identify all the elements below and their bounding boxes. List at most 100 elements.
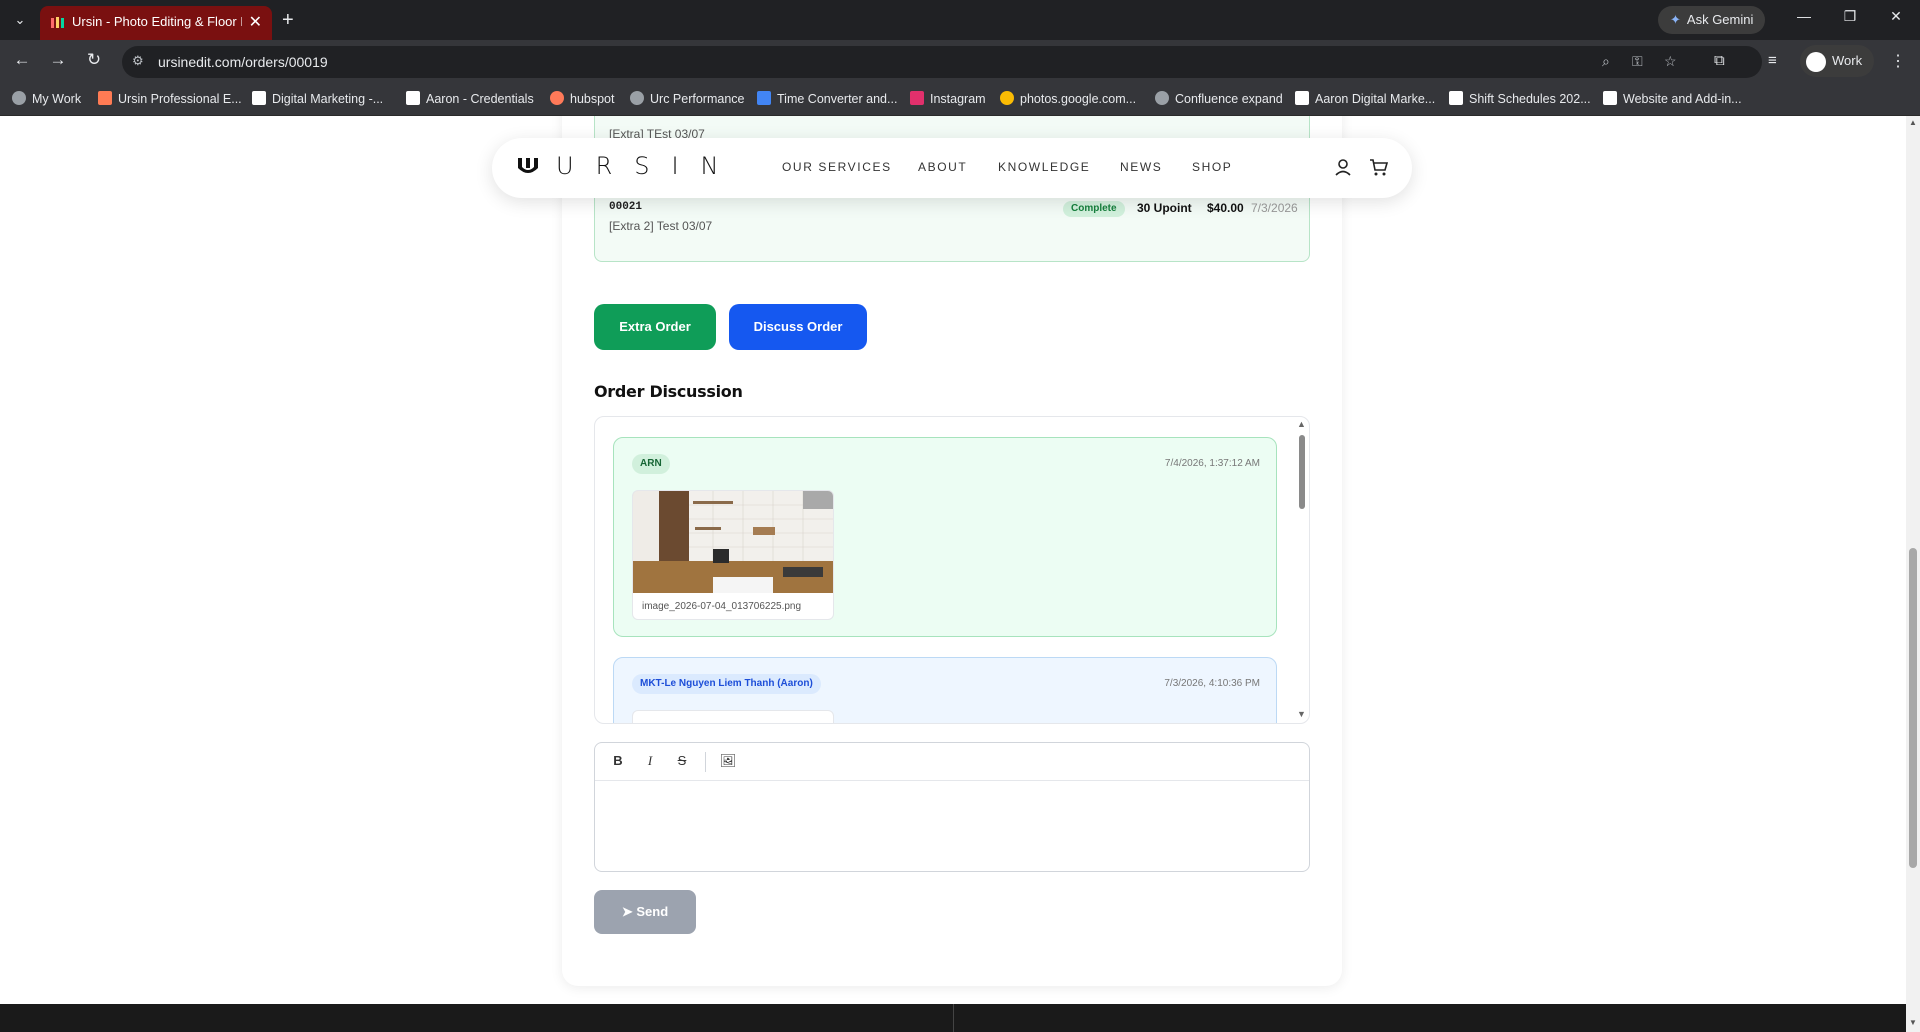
- bookmark-item[interactable]: Urc Performance: [630, 91, 744, 106]
- page-scrollbar[interactable]: ▲ ▼: [1906, 116, 1920, 1032]
- nav-news[interactable]: NEWS: [1120, 160, 1162, 174]
- google-photos-icon: [1000, 91, 1014, 105]
- nav-knowledge[interactable]: KNOWLEDGE: [998, 160, 1090, 174]
- reload-icon[interactable]: ↻: [82, 50, 106, 70]
- send-button[interactable]: ➤ Send: [594, 890, 696, 934]
- message-author: ARN: [632, 454, 670, 474]
- bookmark-item[interactable]: My Work: [12, 91, 81, 106]
- extra-order-button[interactable]: Extra Order: [594, 304, 716, 350]
- ursin-favicon-icon: [98, 91, 112, 105]
- url-text[interactable]: ursinedit.com/orders/00019: [158, 54, 328, 70]
- bookmark-item[interactable]: Digital Marketing -...: [252, 91, 383, 106]
- new-tab-icon[interactable]: +: [282, 8, 294, 32]
- divider: [953, 1004, 954, 1032]
- scrollbar-thumb[interactable]: [1299, 435, 1305, 509]
- bookmark-label: My Work: [32, 92, 82, 106]
- bookmark-item[interactable]: Website and Add-in...: [1603, 91, 1742, 106]
- bookmark-item[interactable]: Instagram: [910, 91, 986, 106]
- bookmark-item[interactable]: photos.google.com...: [1000, 91, 1136, 106]
- extra-order-name: [Extra 2] Test 03/07: [609, 219, 713, 233]
- scroll-down-icon[interactable]: ▼: [1909, 1018, 1917, 1027]
- site-header: URSIN OUR SERVICES ABOUT KNOWLEDGE NEWS …: [492, 138, 1412, 198]
- bookmark-label: Urc Performance: [650, 92, 745, 106]
- message-card: ARN 7/4/2026, 1:37:12 AM image_2026-07-0…: [613, 437, 1277, 637]
- bookmark-label: Time Converter and...: [777, 92, 898, 106]
- bookmark-label: Aaron Digital Marke...: [1315, 92, 1436, 106]
- back-icon[interactable]: ←: [10, 50, 34, 70]
- password-key-icon[interactable]: ⚿: [1632, 53, 1643, 70]
- site-info-icon[interactable]: ⚙: [132, 53, 144, 69]
- discussion-title: Order Discussion: [594, 382, 743, 401]
- user-icon[interactable]: [1332, 156, 1354, 178]
- profile-name: Work: [1832, 53, 1863, 68]
- status-badge: Complete: [1063, 201, 1125, 217]
- zoom-icon[interactable]: ⌕: [1602, 53, 1610, 70]
- ask-gemini-button[interactable]: ✦ Ask Gemini: [1658, 6, 1766, 34]
- editor-toolbar: B I S 🖼: [595, 743, 1309, 781]
- nav-shop[interactable]: SHOP: [1192, 160, 1232, 174]
- forward-icon[interactable]: →: [46, 50, 70, 70]
- message-editor: B I S 🖼: [594, 742, 1310, 872]
- scroll-down-icon[interactable]: ▼: [1297, 709, 1306, 719]
- send-icon: ➤: [621, 904, 637, 919]
- active-tab[interactable]: Ursin - Photo Editing & Floor Pl ✕: [40, 6, 272, 40]
- clock-icon: [757, 91, 771, 105]
- close-window-icon[interactable]: ✕: [1884, 8, 1908, 25]
- toolbar-divider: [705, 752, 706, 772]
- bookmark-item[interactable]: Aaron - Credentials: [406, 91, 534, 106]
- bookmark-label: hubspot: [570, 92, 615, 106]
- order-card: [Extra] TEst 03/07 00021 [Extra 2] Test …: [562, 116, 1342, 986]
- close-tab-icon[interactable]: ✕: [249, 12, 262, 32]
- image-attachment[interactable]: image_2026-07-04_013706225.png: [632, 490, 834, 620]
- message-time: 7/3/2026, 4:10:36 PM: [1164, 678, 1260, 689]
- address-bar[interactable]: ⚙ ursinedit.com/orders/00019 ⌕ ⚿ ☆: [122, 46, 1762, 78]
- bookmark-item[interactable]: Ursin Professional E...: [98, 91, 242, 106]
- extra-order-points: 30 Upoint: [1137, 201, 1192, 215]
- hubspot-icon: [550, 91, 564, 105]
- page-viewport: [Extra] TEst 03/07 00021 [Extra 2] Test …: [0, 116, 1906, 1004]
- media-controls-icon[interactable]: ≡: [1768, 52, 1777, 69]
- document-icon: [252, 91, 266, 105]
- strikethrough-icon[interactable]: S: [673, 753, 691, 771]
- bookmark-item[interactable]: hubspot: [550, 91, 614, 106]
- minimize-icon[interactable]: —: [1792, 8, 1816, 24]
- scroll-up-icon[interactable]: ▲: [1297, 419, 1306, 429]
- bold-icon[interactable]: B: [609, 753, 627, 771]
- extra-order-id: 00021: [609, 201, 643, 213]
- discussion-scrollbar[interactable]: ▲ ▼: [1295, 417, 1309, 723]
- message-card: MKT-Le Nguyen Liem Thanh (Aaron) 7/3/202…: [613, 657, 1277, 723]
- extensions-icon[interactable]: ⧉: [1714, 52, 1725, 69]
- scrollbar-thumb[interactable]: [1909, 548, 1917, 868]
- bookmark-label: Ursin Professional E...: [118, 92, 242, 106]
- bookmark-item[interactable]: Shift Schedules 202...: [1449, 91, 1591, 106]
- ursin-logo-icon: [518, 158, 538, 173]
- profile-button[interactable]: Work: [1800, 45, 1875, 77]
- image-icon[interactable]: 🖼: [719, 753, 737, 771]
- discuss-order-button[interactable]: Discuss Order: [729, 304, 867, 350]
- discussion-thread[interactable]: ARN 7/4/2026, 1:37:12 AM image_2026-07-0…: [594, 416, 1310, 724]
- cart-icon[interactable]: [1368, 156, 1390, 178]
- bookmark-star-icon[interactable]: ☆: [1664, 53, 1677, 70]
- globe-icon: [12, 91, 26, 105]
- bookmark-label: Website and Add-in...: [1623, 92, 1742, 106]
- scroll-up-icon[interactable]: ▲: [1909, 118, 1917, 127]
- restore-icon[interactable]: ❐: [1838, 8, 1862, 25]
- document-icon: [1295, 91, 1309, 105]
- tab-search-icon[interactable]: ⌄: [8, 8, 32, 32]
- nav-our-services[interactable]: OUR SERVICES: [782, 160, 892, 174]
- bookmark-item[interactable]: Time Converter and...: [757, 91, 897, 106]
- italic-icon[interactable]: I: [641, 753, 659, 771]
- extra-order-row[interactable]: 00021 [Extra 2] Test 03/07 Complete 30 U…: [595, 193, 1309, 243]
- message-input[interactable]: [595, 782, 1309, 872]
- ursin-favicon-icon: [51, 17, 64, 28]
- logo-wordmark[interactable]: URSIN: [556, 152, 741, 180]
- bookmark-label: photos.google.com...: [1020, 92, 1137, 106]
- bookmark-item[interactable]: Confluence expand: [1155, 91, 1283, 106]
- bookmarks-bar: My Work Ursin Professional E... Digital …: [0, 84, 1920, 116]
- image-attachment[interactable]: [632, 710, 834, 723]
- nav-about[interactable]: ABOUT: [918, 160, 967, 174]
- browser-menu-icon[interactable]: ⋮: [1890, 51, 1906, 71]
- bookmark-item[interactable]: Aaron Digital Marke...: [1295, 91, 1435, 106]
- attachment-filename: image_2026-07-04_013706225.png: [642, 601, 802, 612]
- extra-order-date: 7/3/2026: [1251, 201, 1298, 215]
